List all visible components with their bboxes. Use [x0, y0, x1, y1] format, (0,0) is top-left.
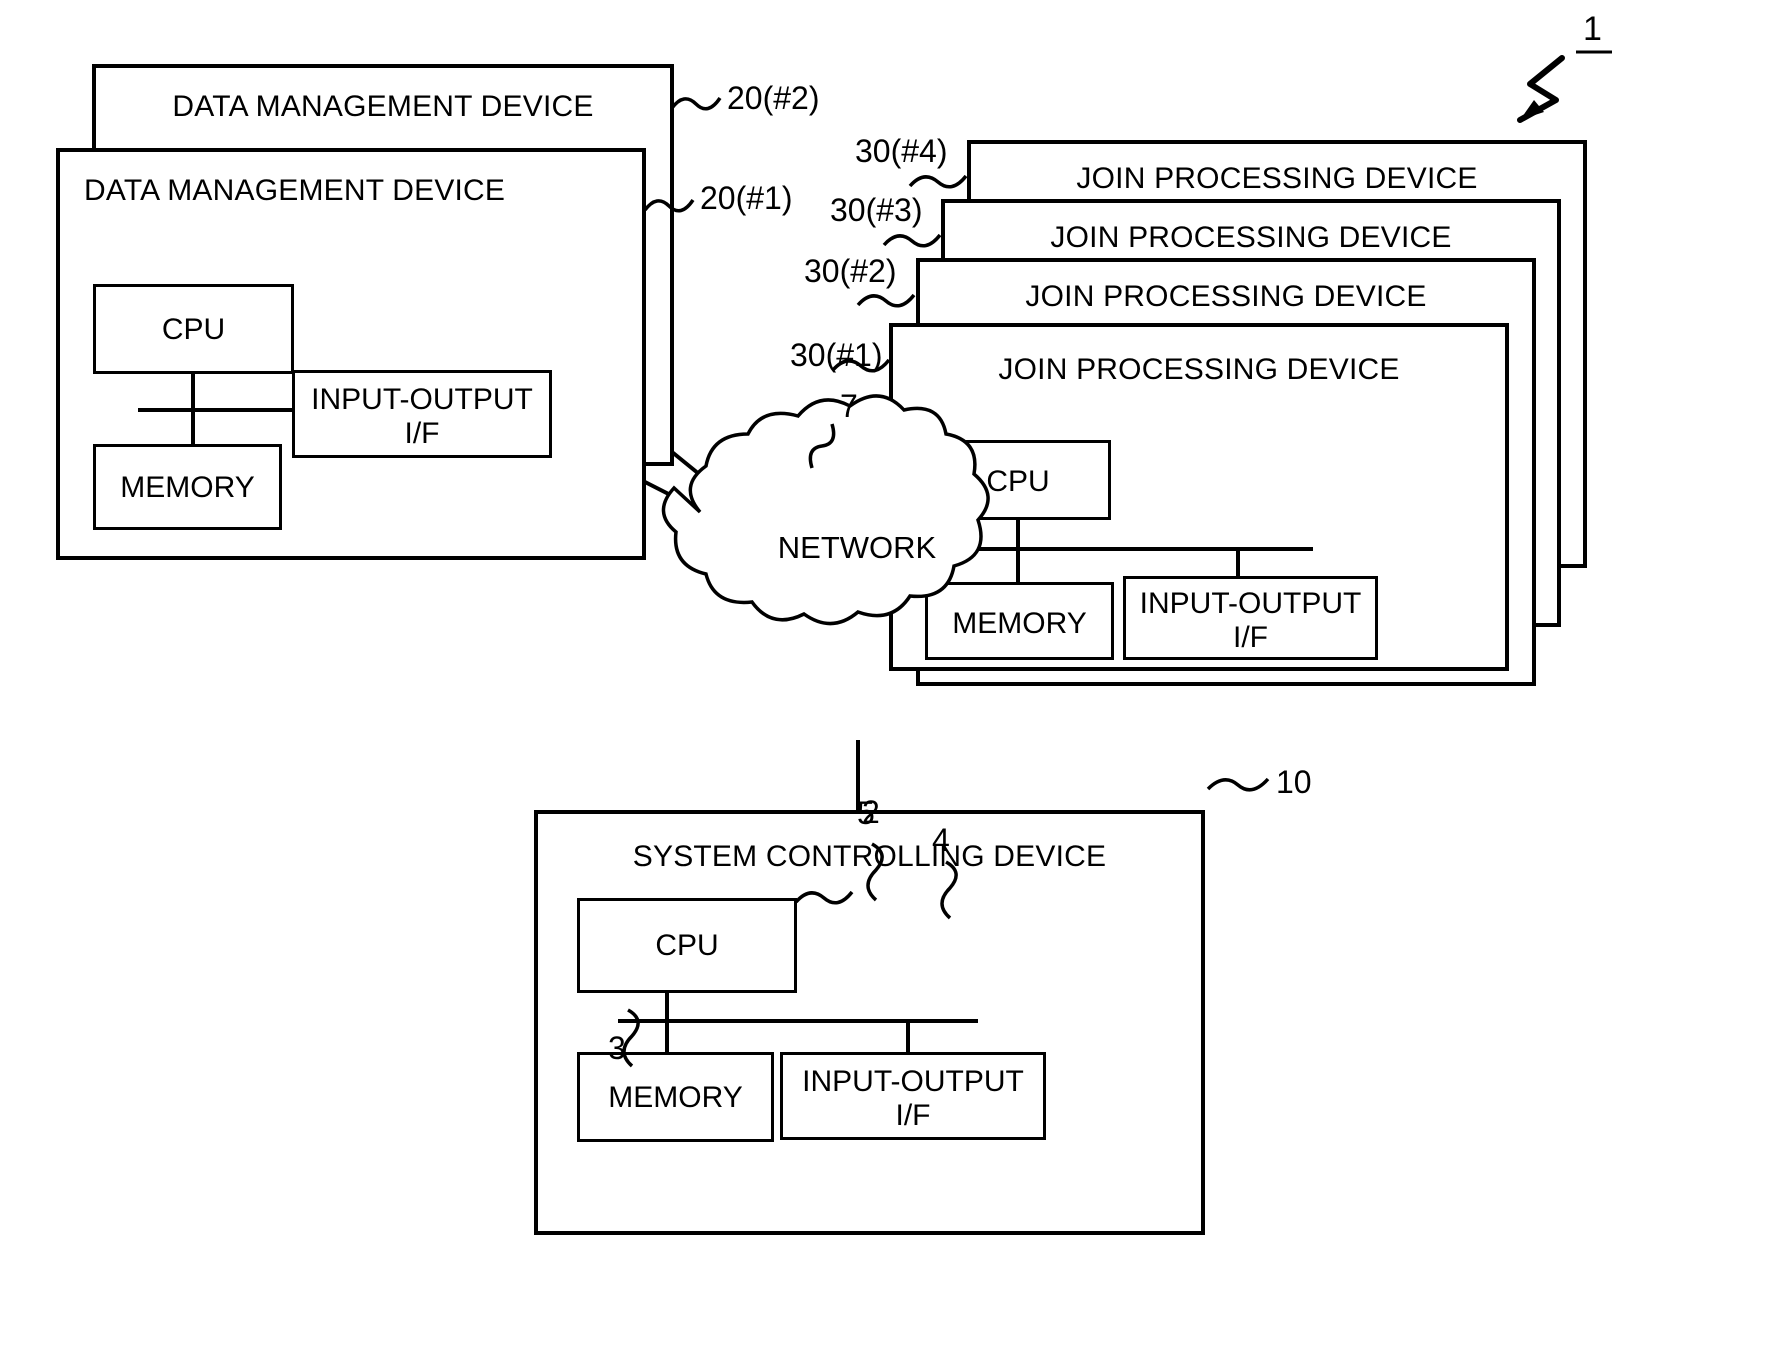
- data-management-device-1: DATA MANAGEMENT DEVICE CPU MEMORY INPUT-…: [56, 148, 646, 560]
- system-ref: 1: [1583, 10, 1602, 48]
- join-processing-device-3-ref: 30(#3): [830, 192, 923, 228]
- scd-io-ref: 4: [932, 822, 950, 858]
- network-label: NETWORK: [777, 530, 937, 565]
- dm1-io-box: INPUT-OUTPUT I/F: [292, 370, 552, 458]
- scd-cpu-box: CPU: [577, 898, 797, 993]
- scd-memory-box: MEMORY: [577, 1052, 774, 1142]
- jp3-squiggle: [882, 233, 942, 248]
- data-management-device-2-title: DATA MANAGEMENT DEVICE: [172, 90, 594, 123]
- scd-io-label: INPUT-OUTPUT I/F: [802, 1065, 1024, 1132]
- join-processing-device-1: JOIN PROCESSING DEVICE CPU MEMORY INPUT-…: [889, 323, 1509, 671]
- system-controlling-device: SYSTEM CONTROLLING DEVICE CPU MEMORY INP…: [534, 810, 1205, 1235]
- system-controlling-device-title: SYSTEM CONTROLLING DEVICE: [632, 840, 1107, 873]
- network-ref: 7: [840, 388, 858, 424]
- data-management-device-1-title: DATA MANAGEMENT DEVICE: [84, 174, 506, 207]
- dm1-cpu-label: CPU: [161, 313, 226, 346]
- jp4-squiggle: [908, 174, 968, 189]
- jp1-io-label: INPUT-OUTPUT I/F: [1139, 587, 1362, 654]
- dm-to-network-line-2: [644, 480, 701, 512]
- dm1-memory-box: MEMORY: [93, 444, 282, 530]
- jp1-io-box: INPUT-OUTPUT I/F: [1123, 576, 1378, 660]
- join-processing-device-4-ref: 30(#4): [855, 133, 948, 169]
- data-management-device-2-ref: 20(#2): [727, 80, 820, 116]
- join-processing-device-2-title: JOIN PROCESSING DEVICE: [1025, 280, 1427, 313]
- dm1-cpu-box: CPU: [93, 284, 294, 374]
- scd-bus-wires: [618, 993, 978, 1056]
- join-processing-device-4-title: JOIN PROCESSING DEVICE: [1076, 162, 1478, 195]
- join-processing-device-2-ref: 30(#2): [804, 253, 897, 289]
- join-processing-device-3-title: JOIN PROCESSING DEVICE: [1050, 221, 1452, 254]
- system-controlling-device-ref: 10: [1276, 764, 1312, 800]
- jp1-memory-label: MEMORY: [952, 607, 1087, 640]
- join-processing-device-1-ref: 30(#1): [790, 337, 883, 373]
- scd-cpu-label: CPU: [655, 929, 719, 962]
- scd-memory-label: MEMORY: [608, 1081, 743, 1114]
- system-ref-zigzag: [1517, 55, 1565, 123]
- scd-bus-number: 5: [857, 795, 875, 831]
- data-management-device-1-ref: 20(#1): [700, 180, 793, 216]
- dm1-io-label: INPUT-OUTPUT I/F: [311, 383, 533, 450]
- dm2-squiggle: [670, 96, 722, 111]
- scd-io-box: INPUT-OUTPUT I/F: [780, 1052, 1046, 1140]
- scd-device-ref-squiggle: [1206, 777, 1270, 792]
- jp1-cpu-label: CPU: [986, 465, 1050, 498]
- scd-memory-ref: 3: [608, 1030, 626, 1066]
- network-ref-squiggle: [808, 423, 836, 469]
- patent-figure: DATA MANAGEMENT DEVICE DATA MANAGEMENT D…: [0, 0, 1791, 1369]
- jp2-squiggle: [856, 293, 916, 308]
- dm1-memory-label: MEMORY: [120, 471, 255, 504]
- join-processing-device-1-title: JOIN PROCESSING DEVICE: [998, 353, 1400, 386]
- jp1-memory-box: MEMORY: [925, 582, 1114, 660]
- system-ref-arrowhead: [1520, 100, 1544, 120]
- jp1-cpu-box: CPU: [925, 440, 1111, 520]
